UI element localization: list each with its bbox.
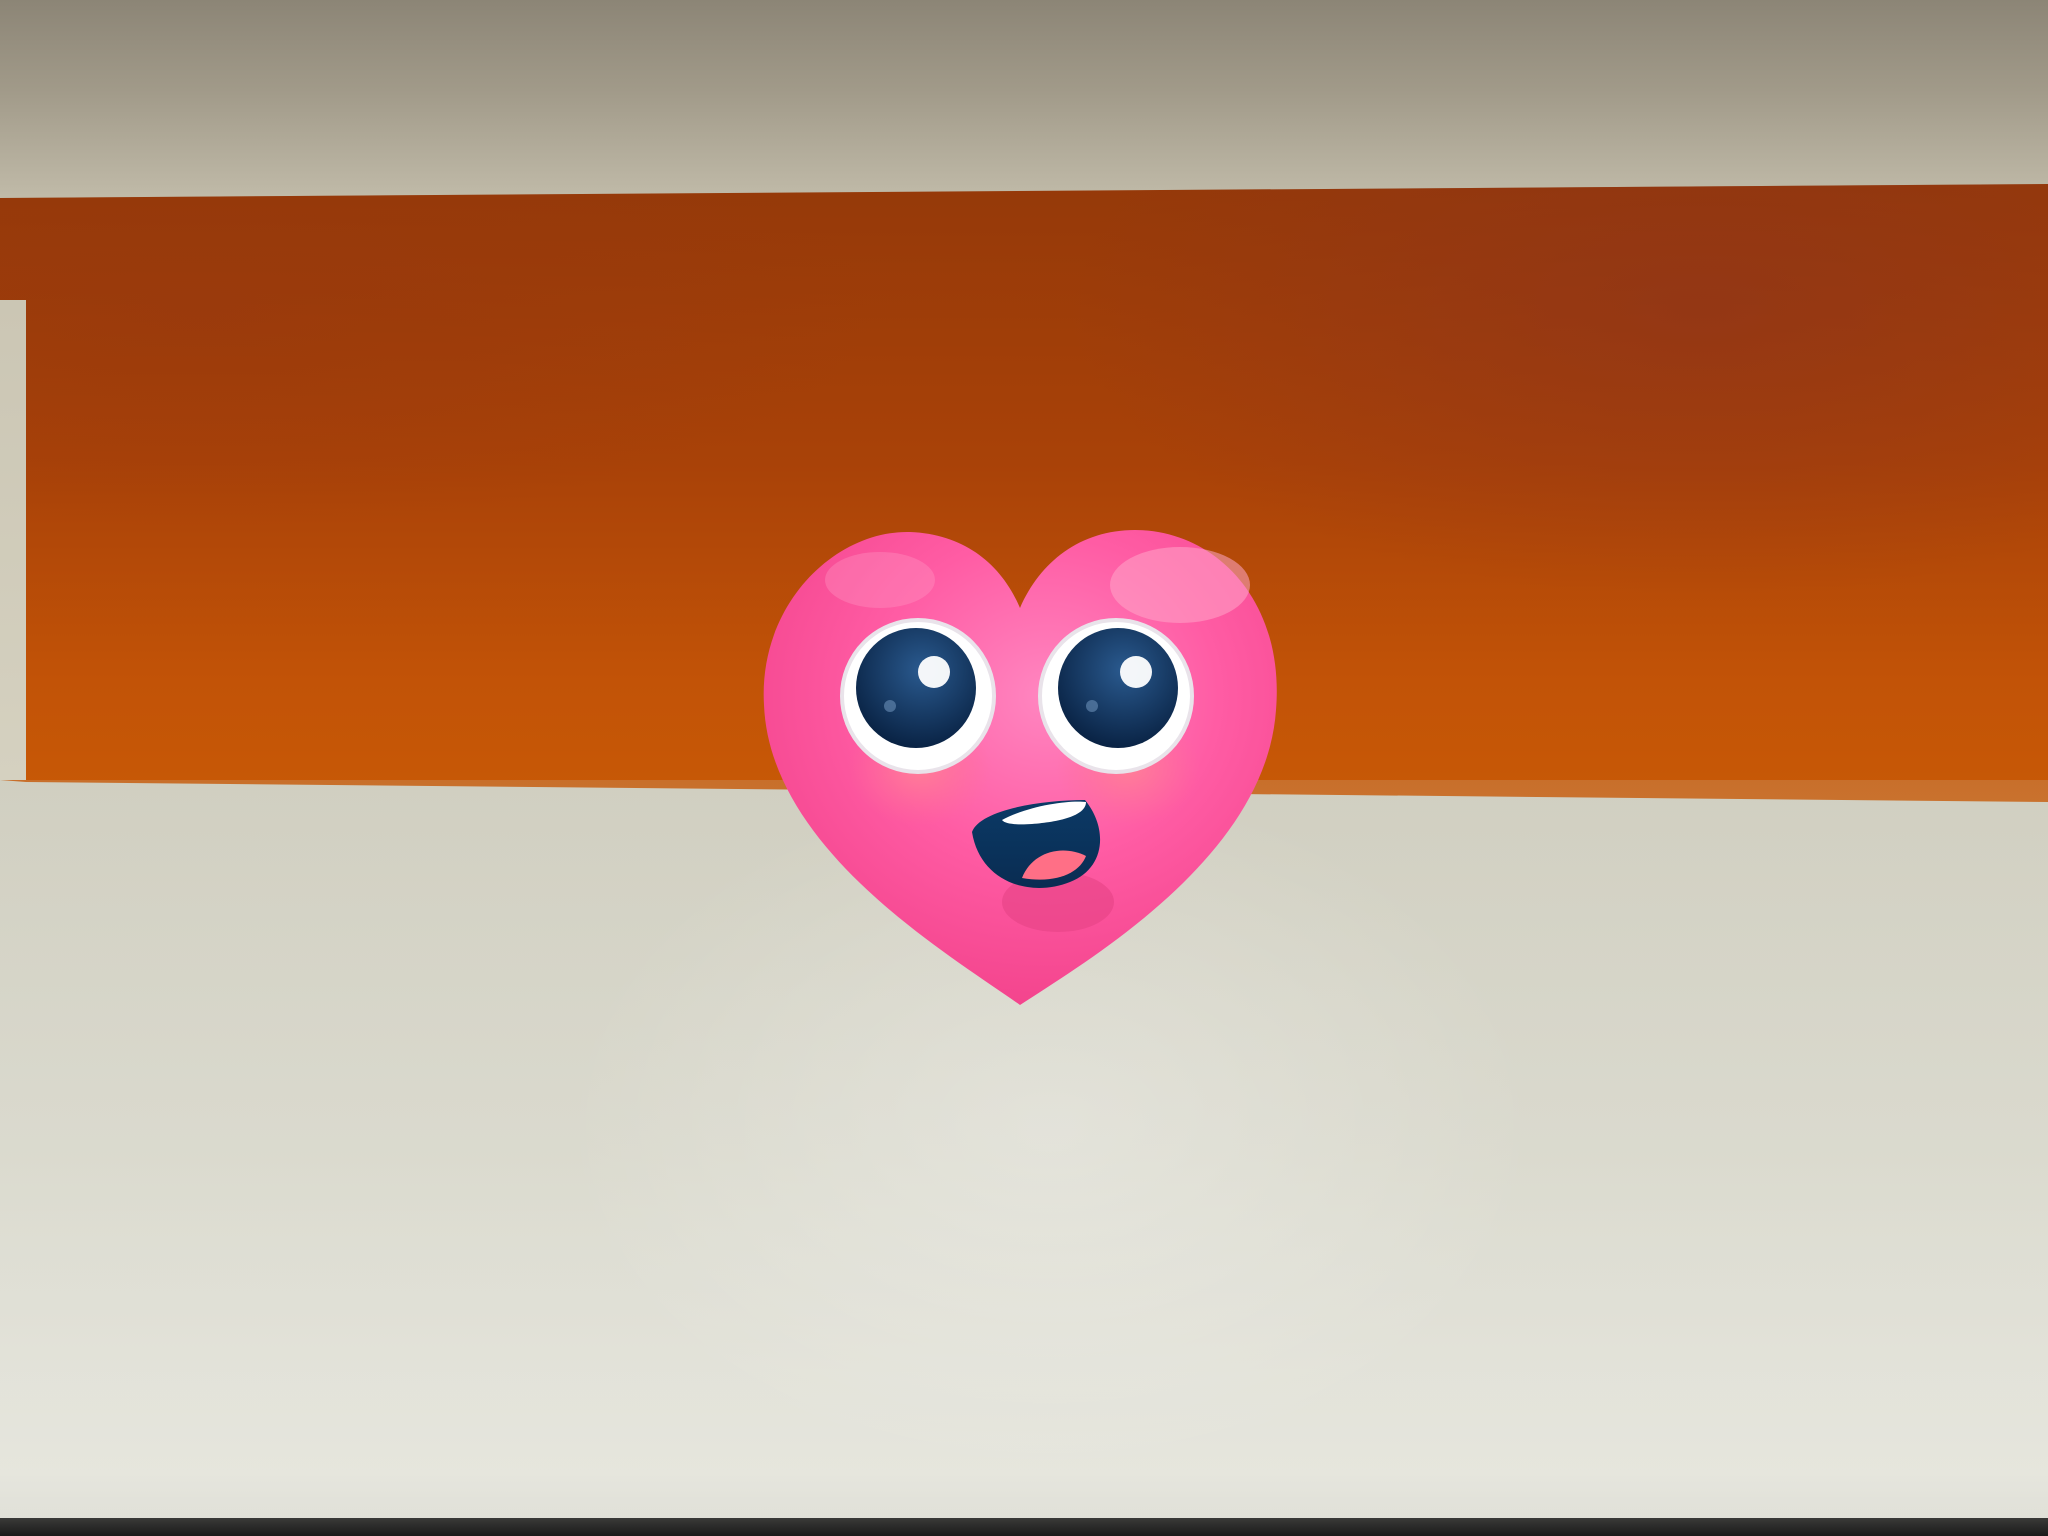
heart-face-icon <box>740 510 1300 1030</box>
monitor-screen <box>0 0 2048 1536</box>
monitor-bezel <box>0 1518 2048 1536</box>
left-eye <box>840 618 996 774</box>
top-background <box>0 0 2048 200</box>
left-edge-strip <box>0 300 26 780</box>
right-eye <box>1038 618 1194 774</box>
